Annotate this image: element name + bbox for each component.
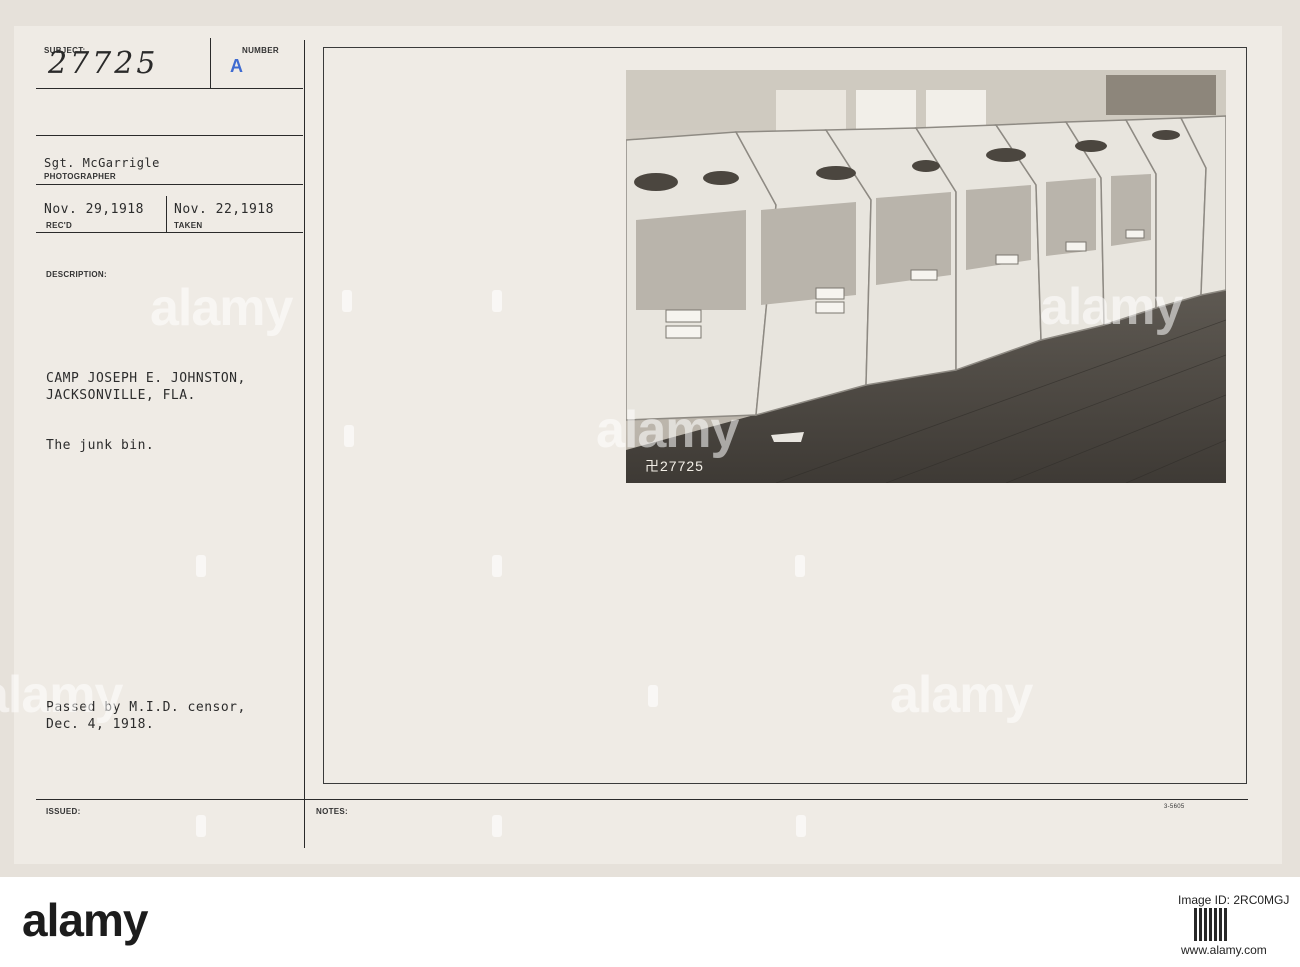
watermark: alamy (890, 666, 1033, 724)
issued-label: ISSUED: (46, 807, 81, 816)
brand-logo[interactable]: alamy (22, 893, 148, 947)
form-code: 3-5605 (1164, 804, 1185, 810)
watermark-mark (492, 555, 502, 577)
divider (210, 38, 211, 88)
number-value: A (230, 56, 243, 76)
divider (36, 232, 303, 233)
watermark: alamy (1040, 278, 1183, 336)
notes-label: NOTES: (316, 807, 349, 816)
divider (166, 196, 167, 232)
watermark-mark (648, 685, 658, 707)
watermark-mark (196, 555, 206, 577)
divider (36, 135, 303, 136)
description-label: DESCRIPTION: (46, 270, 107, 279)
divider (36, 799, 1248, 800)
watermark: alamy (596, 401, 739, 459)
description-line: CAMP JOSEPH E. JOHNSTON, (46, 371, 246, 386)
taken-label: TAKEN (174, 221, 203, 230)
watermark-mark (342, 290, 352, 312)
description-line: JACKSONVILLE, FLA. (46, 388, 196, 403)
watermark-mark (796, 815, 806, 837)
received-label: REC'D (46, 221, 73, 230)
watermark: alamy (150, 279, 293, 337)
subject-number: 27725 (48, 46, 159, 81)
divider (36, 184, 303, 185)
taken-date: Nov. 22,1918 (174, 202, 274, 217)
footer-bar (0, 877, 1300, 967)
image-id: Image ID: 2RC0MGJ (1178, 893, 1290, 907)
photographer-name: Sgt. McGarrigle (44, 156, 160, 170)
watermark-mark (344, 425, 354, 447)
watermark: alamy (0, 666, 123, 724)
barcode-icon (1194, 908, 1227, 941)
watermark-mark (492, 290, 502, 312)
number-label: NUMBER (242, 46, 279, 55)
received-date: Nov. 29,1918 (44, 202, 144, 217)
divider (304, 40, 305, 848)
watermark-mark (492, 815, 502, 837)
watermark-mark (196, 815, 206, 837)
watermark-mark (795, 555, 805, 577)
description-line: The junk bin. (46, 438, 155, 453)
divider (36, 88, 303, 89)
site-url[interactable]: www.alamy.com (1181, 943, 1267, 957)
photographer-label: PHOTOGRAPHER (44, 172, 116, 181)
